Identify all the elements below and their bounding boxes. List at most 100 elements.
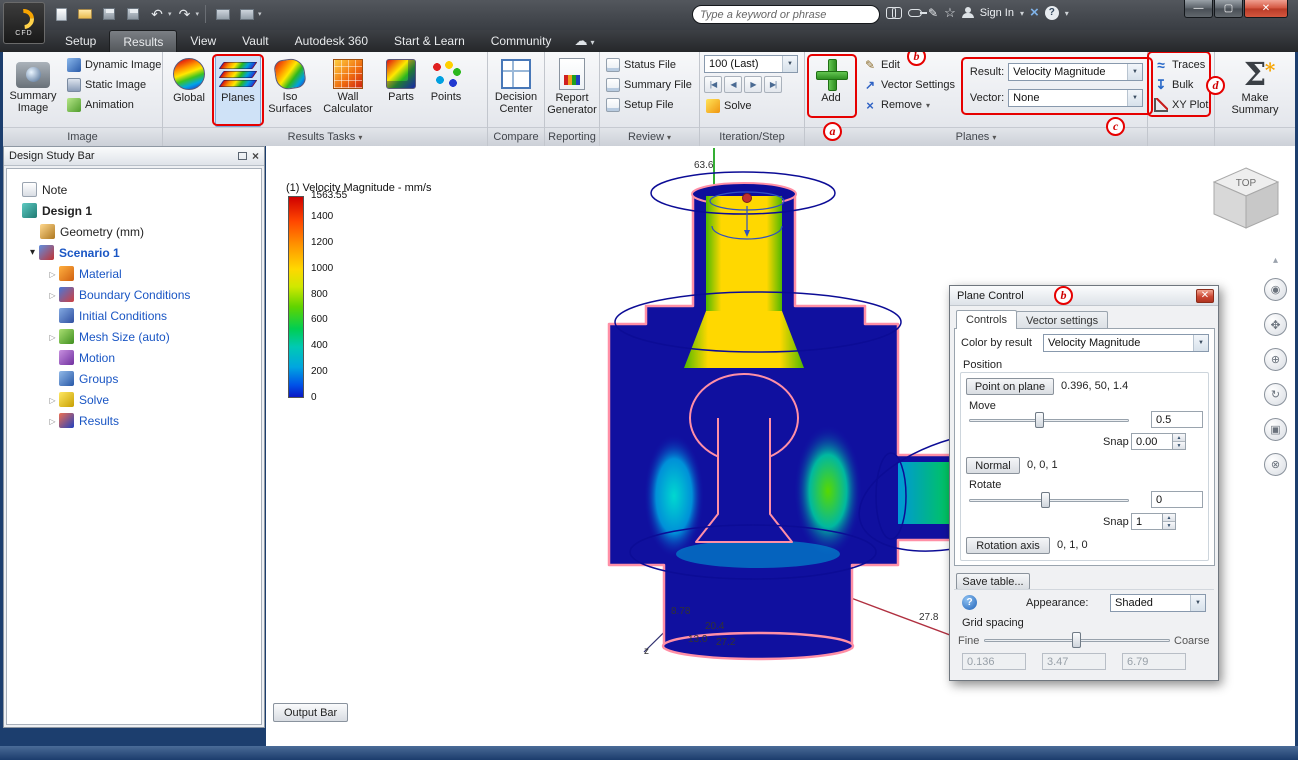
undo-icon[interactable] xyxy=(146,4,168,24)
tree-item-initial-conditions[interactable]: Initial Conditions xyxy=(7,305,261,326)
exchange-apps-icon[interactable] xyxy=(1030,4,1039,21)
results-tasks-caret-icon[interactable] xyxy=(358,131,362,143)
rotate-snap-spinner[interactable]: ▲ ▼ xyxy=(1163,513,1176,530)
dock-panel-icon[interactable] xyxy=(237,152,247,160)
previous-step-button[interactable] xyxy=(724,76,742,93)
expand-arrow-icon[interactable] xyxy=(47,332,58,342)
rotation-axis-button[interactable]: Rotation axis xyxy=(966,537,1050,554)
key-icon[interactable] xyxy=(908,8,927,17)
appearance-combo[interactable]: Shaded xyxy=(1110,594,1206,612)
move-snap-spinner[interactable]: ▲ ▼ xyxy=(1173,433,1186,450)
save-as-icon[interactable] xyxy=(122,4,144,24)
plane-control-titlebar[interactable]: Plane Control xyxy=(950,286,1218,306)
first-step-button[interactable] xyxy=(704,76,722,93)
vector-settings-button[interactable]: Vector Settings xyxy=(861,75,958,95)
rotate-snap-input[interactable]: 1 xyxy=(1131,513,1163,530)
navbar-close-icon[interactable] xyxy=(1264,453,1287,476)
tree-item-note[interactable]: Note xyxy=(7,179,261,200)
help-icon[interactable]: ? xyxy=(1044,5,1059,20)
expand-arrow-icon[interactable] xyxy=(47,269,58,279)
search-icon[interactable] xyxy=(886,7,902,19)
output-bar-button[interactable]: Output Bar xyxy=(273,703,349,722)
decision-center-button[interactable]: Decision Center xyxy=(491,55,541,127)
make-summary-button[interactable]: Σ Make Summary xyxy=(1224,54,1286,127)
plane-control-dialog[interactable]: Plane Control b ✕ Controls Vector settin… xyxy=(949,285,1219,681)
tree-item-geometry[interactable]: Geometry (mm) xyxy=(7,221,261,242)
sign-in-button[interactable]: Sign In xyxy=(980,7,1014,19)
save-table-button[interactable]: Save table... xyxy=(956,573,1030,590)
tree-item-mesh-size[interactable]: Mesh Size (auto) xyxy=(7,326,261,347)
status-file-button[interactable]: Status File xyxy=(604,55,694,75)
parts-button[interactable]: Parts xyxy=(381,55,421,127)
grid-value-input-1[interactable]: 0.136 xyxy=(962,653,1026,670)
remove-caret-icon[interactable] xyxy=(926,99,930,111)
sign-in-caret-icon[interactable] xyxy=(1020,7,1024,19)
move-slider[interactable] xyxy=(969,411,1129,430)
vector-caret-icon[interactable] xyxy=(1127,90,1142,106)
tab-start-learn[interactable]: Start & Learn xyxy=(381,30,478,52)
tree-item-results[interactable]: Results xyxy=(7,410,261,431)
tree-item-groups[interactable]: Groups xyxy=(7,368,261,389)
tab-autodesk360[interactable]: Autodesk 360 xyxy=(282,30,381,52)
undo-caret-icon[interactable]: ▾ xyxy=(168,10,172,18)
window-layout-icon[interactable] xyxy=(212,4,234,24)
viewport[interactable]: (1) Velocity Magnitude - mm/s 1563.55 14… xyxy=(266,146,1295,746)
rotate-value-input[interactable]: 0 xyxy=(1151,491,1203,508)
color-by-result-combo[interactable]: Velocity Magnitude xyxy=(1043,334,1209,352)
rotate-slider[interactable] xyxy=(969,491,1129,510)
iteration-combo[interactable]: 100 (Last) xyxy=(704,55,798,73)
favorites-star-icon[interactable] xyxy=(944,5,956,21)
tree-item-scenario-1[interactable]: Scenario 1 xyxy=(7,242,261,263)
redo-caret-icon[interactable]: ▾ xyxy=(196,10,200,18)
points-button[interactable]: Points xyxy=(425,55,467,127)
expand-arrow-icon[interactable] xyxy=(47,395,58,405)
result-combo[interactable]: Velocity Magnitude xyxy=(1008,63,1143,81)
redo-icon[interactable] xyxy=(174,4,196,24)
dialog-help-icon[interactable]: ? xyxy=(962,595,977,610)
animation-button[interactable]: Animation xyxy=(65,95,163,115)
normal-button[interactable]: Normal xyxy=(966,457,1020,474)
tree-item-motion[interactable]: Motion xyxy=(7,347,261,368)
tree-item-material[interactable]: Material xyxy=(7,263,261,284)
tab-results[interactable]: Results xyxy=(109,30,178,52)
static-image-button[interactable]: Static Image xyxy=(65,75,163,95)
new-file-icon[interactable] xyxy=(50,4,72,24)
summary-file-button[interactable]: Summary File xyxy=(604,75,694,95)
global-button[interactable]: Global xyxy=(167,55,211,127)
solve-button[interactable]: Solve xyxy=(704,96,798,116)
maximize-button[interactable]: ▢ xyxy=(1214,0,1243,18)
appearance-caret-icon[interactable] xyxy=(1190,595,1205,611)
tree-item-boundary-conditions[interactable]: Boundary Conditions xyxy=(7,284,261,305)
tab-view[interactable]: View xyxy=(177,30,229,52)
pan-icon[interactable] xyxy=(1264,313,1287,336)
planes-group-label[interactable]: Planes xyxy=(956,131,990,143)
cloud-menu[interactable] xyxy=(564,30,604,52)
view-cube[interactable]: TOP xyxy=(1206,158,1286,238)
grid-spacing-slider-thumb[interactable] xyxy=(1072,632,1081,648)
navigation-wheel-icon[interactable] xyxy=(1264,278,1287,301)
tab-community[interactable]: Community xyxy=(478,30,565,52)
setup-file-button[interactable]: Setup File xyxy=(604,95,694,115)
iso-surfaces-button[interactable]: Iso Surfaces xyxy=(265,55,315,127)
close-button[interactable]: ✕ xyxy=(1244,0,1288,18)
iteration-caret-icon[interactable] xyxy=(782,56,797,72)
save-icon[interactable] xyxy=(98,4,120,24)
grid-spacing-slider[interactable] xyxy=(984,631,1170,650)
move-value-input[interactable]: 0.5 xyxy=(1151,411,1203,428)
review-group-label[interactable]: Review xyxy=(628,131,664,143)
application-menu-button[interactable]: CFD xyxy=(3,2,45,44)
dynamic-image-button[interactable]: Dynamic Image xyxy=(65,55,163,75)
point-on-plane-button[interactable]: Point on plane xyxy=(966,378,1054,395)
move-snap-input[interactable]: 0.00 xyxy=(1131,433,1173,450)
tree-item-design-1[interactable]: Design 1 xyxy=(7,200,261,221)
tab-controls[interactable]: Controls xyxy=(956,310,1017,329)
rotate-slider-thumb[interactable] xyxy=(1041,492,1050,508)
vector-combo[interactable]: None xyxy=(1008,89,1143,107)
move-slider-thumb[interactable] xyxy=(1035,412,1044,428)
open-file-icon[interactable] xyxy=(74,4,96,24)
tab-vector-settings[interactable]: Vector settings xyxy=(1016,311,1109,329)
remove-plane-button[interactable]: Remove xyxy=(861,95,958,115)
navbar-collapse-icon[interactable] xyxy=(1273,254,1278,266)
zoom-icon[interactable] xyxy=(1264,348,1287,371)
last-step-button[interactable] xyxy=(764,76,782,93)
